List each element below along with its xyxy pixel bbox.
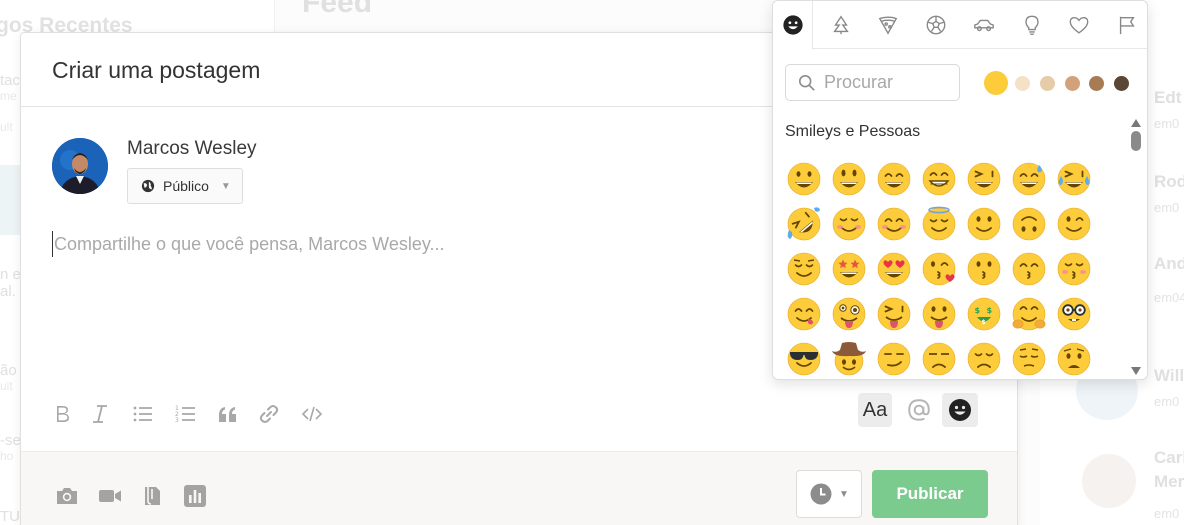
skin-tone-light[interactable] (1015, 76, 1030, 91)
emoji-tongue[interactable] (921, 296, 957, 332)
food-icon[interactable] (868, 1, 908, 49)
video-icon[interactable] (97, 484, 123, 508)
search-icon (798, 74, 815, 91)
scroll-down-arrow[interactable] (1131, 367, 1141, 375)
emoji-relaxed[interactable] (831, 206, 867, 242)
emoji-smiley[interactable] (831, 161, 867, 197)
modal-footer: ▼ Publicar (21, 451, 1017, 525)
numbered-list-icon[interactable]: 123 (171, 399, 201, 429)
emoji-search-input[interactable] (824, 72, 954, 93)
clock-icon (810, 483, 832, 505)
author-name: Marcos Wesley (127, 138, 257, 159)
emoji-pensive[interactable] (1011, 341, 1047, 377)
poll-icon[interactable] (182, 484, 208, 508)
emoji-wink[interactable] (1056, 206, 1092, 242)
emoji-grinning[interactable] (786, 161, 822, 197)
skin-tone-medium-light[interactable] (1040, 76, 1055, 91)
emoji-smirk[interactable] (876, 341, 912, 377)
emoji-blush[interactable] (876, 206, 912, 242)
skin-tone-default[interactable] (984, 71, 1008, 95)
emoji-innocent[interactable] (921, 206, 957, 242)
smiley-icon (949, 399, 971, 421)
emoji-kissing[interactable] (966, 251, 1002, 287)
quote-icon[interactable] (213, 399, 243, 429)
svg-text:$: $ (975, 306, 981, 315)
svg-text:$: $ (982, 319, 986, 326)
emoji-nerd[interactable] (1056, 296, 1092, 332)
emoji-disappointed[interactable] (966, 341, 1002, 377)
skin-tone-dark[interactable] (1114, 76, 1129, 91)
emoji-yum[interactable] (786, 296, 822, 332)
skin-tone-medium[interactable] (1065, 76, 1080, 91)
emoji-laughing[interactable] (966, 161, 1002, 197)
emoji-kissing-heart[interactable] (921, 251, 957, 287)
avatar (52, 138, 108, 194)
emoji-hugging[interactable] (1011, 296, 1047, 332)
file-icon[interactable] (139, 484, 165, 508)
emoji-relieved[interactable] (786, 251, 822, 287)
svg-text:$: $ (987, 306, 993, 315)
svg-text:3: 3 (175, 417, 179, 424)
skin-tone-selector (984, 71, 1134, 97)
emoji-unamused[interactable] (921, 341, 957, 377)
code-icon[interactable] (297, 399, 327, 429)
activity-icon[interactable] (916, 1, 956, 49)
travel-icon[interactable] (964, 1, 1004, 49)
emoji-zany[interactable] (831, 296, 867, 332)
flags-icon[interactable] (1107, 1, 1147, 49)
emoji-category-bar (773, 1, 1147, 50)
emoji-cowboy[interactable] (831, 341, 867, 377)
emoji-grin[interactable] (921, 161, 957, 197)
smiley-icon[interactable] (773, 1, 813, 50)
post-text-editor[interactable]: Compartilhe o que você pensa, Marcos Wes… (52, 231, 752, 257)
emoji-slight-smile[interactable] (966, 206, 1002, 242)
text-style-button[interactable]: Aa (858, 393, 892, 427)
emoji-rofl[interactable] (786, 206, 822, 242)
publish-button[interactable]: Publicar (872, 470, 988, 518)
skin-tone-medium-dark[interactable] (1089, 76, 1104, 91)
emoji-sweat-smile[interactable] (1011, 161, 1047, 197)
emoji-section-title: Smileys e Pessoas (785, 123, 921, 140)
emoji-worried[interactable] (1056, 341, 1092, 377)
emoji-heart-eyes[interactable] (876, 251, 912, 287)
privacy-label: Público (163, 178, 209, 194)
bold-icon[interactable] (47, 399, 77, 429)
emoji-scrollbar[interactable] (1129, 119, 1143, 379)
emoji-smile[interactable] (876, 161, 912, 197)
emoji-squinting-tongue[interactable] (876, 296, 912, 332)
emoji-picker: Smileys e Pessoas $$$ (772, 0, 1148, 380)
privacy-select[interactable]: Público ▼ (127, 168, 243, 204)
schedule-button[interactable]: ▼ (796, 470, 862, 518)
symbols-icon[interactable] (1059, 1, 1099, 49)
emoji-kissing-smiling-eyes[interactable] (1011, 251, 1047, 287)
emoji-joy[interactable] (1056, 161, 1092, 197)
objects-icon[interactable] (1012, 1, 1052, 49)
chevron-down-icon: ▼ (839, 488, 849, 500)
camera-icon[interactable] (54, 484, 80, 508)
emoji-picker-button[interactable] (942, 393, 978, 427)
scroll-up-arrow[interactable] (1131, 119, 1141, 127)
emoji-search[interactable] (785, 64, 960, 101)
nature-icon[interactable] (821, 1, 861, 49)
bullet-list-icon[interactable] (128, 399, 158, 429)
chevron-down-icon: ▼ (220, 180, 231, 192)
globe-icon (141, 179, 155, 193)
link-icon[interactable] (254, 399, 284, 429)
modal-title: Criar uma postagem (52, 57, 261, 83)
emoji-money-mouth[interactable]: $ $ $ (966, 296, 1002, 332)
emoji-kissing-closed-eyes[interactable] (1056, 251, 1092, 287)
emoji-sunglasses[interactable] (786, 341, 822, 377)
mention-icon[interactable] (902, 393, 936, 427)
italic-icon[interactable] (85, 399, 115, 429)
scroll-thumb[interactable] (1131, 131, 1141, 151)
emoji-star-struck[interactable] (831, 251, 867, 287)
emoji-upside-down[interactable] (1011, 206, 1047, 242)
